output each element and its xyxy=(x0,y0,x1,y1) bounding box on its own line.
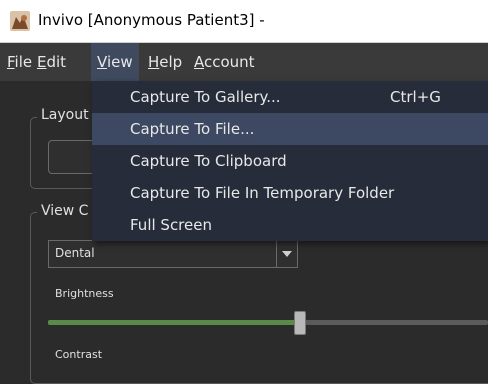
menu-item-capture-to-clipboard[interactable]: Capture To Clipboard xyxy=(92,145,488,177)
chevron-down-icon[interactable] xyxy=(276,241,297,267)
menu-help-label: elp xyxy=(159,53,183,71)
menu-item-label: Capture To File... xyxy=(130,120,255,138)
invivo-app-icon xyxy=(10,11,30,31)
preset-dropdown[interactable]: Dental xyxy=(48,240,298,268)
menu-view-mnemonic: V xyxy=(97,53,107,71)
menu-edit-label: dit xyxy=(46,53,67,71)
menu-view[interactable]: View xyxy=(91,43,139,81)
brightness-slider-thumb[interactable] xyxy=(293,311,306,335)
window-title: Invivo [Anonymous Patient3] - xyxy=(38,11,265,29)
contrast-label: Contrast xyxy=(55,348,103,361)
menu-item-full-screen[interactable]: Full Screen xyxy=(92,209,488,241)
menu-item-label: Full Screen xyxy=(130,216,212,234)
menu-item-label: Capture To File In Temporary Folder xyxy=(130,184,395,202)
menu-item-capture-to-temp-folder[interactable]: Capture To File In Temporary Folder xyxy=(92,177,488,209)
menu-help-mnemonic: H xyxy=(148,53,160,71)
menu-item-shortcut: Ctrl+G xyxy=(390,88,441,106)
brightness-slider-fill xyxy=(48,320,299,325)
brightness-label: Brightness xyxy=(55,287,114,300)
preset-dropdown-value: Dental xyxy=(55,246,95,260)
menu-account[interactable]: Account xyxy=(188,43,261,81)
menu-view-label: iew xyxy=(106,53,133,71)
menu-item-label: Capture To Clipboard xyxy=(130,152,287,170)
title-bar: Invivo [Anonymous Patient3] - xyxy=(0,0,488,43)
layout-group-label: Layout xyxy=(37,107,93,123)
menu-item-label: Capture To Gallery... xyxy=(130,88,281,106)
menu-account-label: ccount xyxy=(204,53,255,71)
view-menu-dropdown: Capture To Gallery... Ctrl+G Capture To … xyxy=(92,81,488,241)
menu-help[interactable]: Help xyxy=(142,43,188,81)
menu-edit[interactable]: Edit xyxy=(31,43,72,81)
view-group-label: View C xyxy=(37,203,93,219)
menu-bar: File Edit View Help Account xyxy=(0,43,488,81)
menu-item-capture-to-gallery[interactable]: Capture To Gallery... Ctrl+G xyxy=(92,81,488,113)
menu-file-label: ile xyxy=(14,53,33,71)
brightness-slider-track[interactable] xyxy=(48,320,488,325)
menu-item-capture-to-file[interactable]: Capture To File... xyxy=(92,113,488,145)
menu-file-mnemonic: F xyxy=(7,53,15,71)
menu-account-mnemonic: A xyxy=(194,53,204,71)
